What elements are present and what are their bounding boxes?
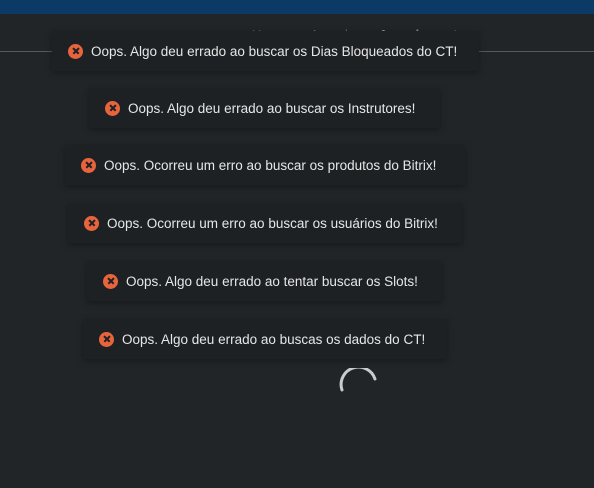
error-toast[interactable]: Oops. Ocorreu um erro ao buscar os usuár…	[68, 203, 462, 243]
error-x-icon	[81, 157, 96, 173]
error-x-icon	[84, 215, 99, 231]
loading-spinner-icon	[339, 368, 377, 392]
toast-message: Oops. Ocorreu um erro ao buscar os usuár…	[107, 215, 438, 231]
toast-message: Oops. Algo deu errado ao buscar os Dias …	[91, 43, 458, 59]
error-toast[interactable]: Oops. Ocorreu um erro ao buscar os produ…	[65, 145, 465, 185]
error-x-icon	[103, 273, 118, 289]
toast-message: Oops. Algo deu errado ao buscar os Instr…	[128, 100, 416, 116]
toast-message: Oops. Algo deu errado ao buscas os dados…	[122, 331, 426, 347]
toast-message: Oops. Ocorreu um erro ao buscar os produ…	[104, 157, 437, 173]
error-toast[interactable]: Oops. Algo deu errado ao buscar os Instr…	[89, 88, 440, 128]
error-toast[interactable]: Oops. Algo deu errado ao buscar os Dias …	[52, 31, 479, 71]
error-toast[interactable]: Oops. Algo deu errado ao tentar buscar o…	[87, 261, 442, 301]
error-toast[interactable]: Oops. Algo deu errado ao buscas os dados…	[83, 319, 447, 359]
top-app-bar	[0, 0, 594, 14]
error-x-icon	[68, 43, 83, 59]
toast-message: Oops. Algo deu errado ao tentar buscar o…	[126, 273, 418, 289]
error-x-icon	[105, 100, 120, 116]
error-x-icon	[99, 331, 114, 347]
